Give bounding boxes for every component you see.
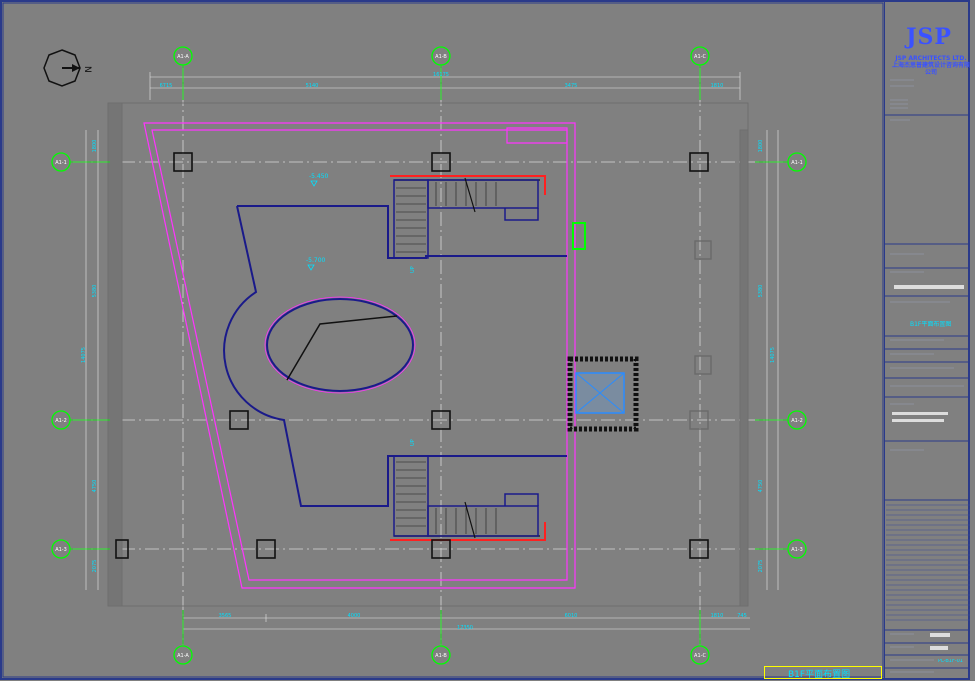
level-marker-2: -5.700 — [306, 257, 326, 271]
grid-bubble-top-1: A1-B — [431, 46, 451, 66]
title-block-lines — [884, 79, 970, 673]
grid-bubble-top-1-label: A1-B — [435, 54, 447, 60]
north-arrow-icon: N — [43, 49, 92, 87]
dim-bottom-seg-2: 6010 — [565, 613, 578, 619]
grid-bubble-bottom-2: A1-C — [690, 645, 710, 665]
dim-bottom-seg-0: 3565 — [219, 613, 232, 619]
grid-bubble-left-0-label: A1-1 — [55, 160, 67, 166]
dim-bottom-seg-1: 4000 — [348, 613, 361, 619]
atrium-void — [223, 205, 567, 507]
grid-lines — [73, 68, 785, 645]
dim-left-total: 14075 — [81, 347, 87, 363]
dim-top-total: 16175 — [433, 72, 449, 78]
level-text-1: -5.450 — [309, 173, 329, 180]
grid-bubble-left-2-label: A1-3 — [55, 547, 67, 553]
drawing-caption: B1F平面布置图 — [788, 670, 851, 680]
dim-right-seg-3: 2075 — [758, 560, 764, 573]
grid-bubble-bottom-2-label: A1-C — [694, 653, 706, 659]
stair-lower — [390, 455, 546, 541]
grid-bubble-right-2-label: A1-3 — [791, 547, 803, 553]
dim-bottom-seg-4: 745 — [737, 613, 747, 619]
dim-top-seg-1: 5140 — [306, 83, 319, 89]
columns-faded — [689, 240, 712, 430]
level-marker-1: -5.450 — [309, 173, 329, 187]
level-text-2: -5.700 — [306, 257, 326, 264]
dim-left-seg-3: 2075 — [92, 560, 98, 573]
grid-bubble-bottom-0: A1-A — [173, 645, 193, 665]
dim-right-seg-1: 5380 — [758, 285, 764, 298]
drawing-frame — [2, 2, 884, 678]
grid-bubble-top-2-label: A1-C — [694, 54, 706, 60]
dim-top-seg-0: 6715 — [160, 83, 173, 89]
grid-bubble-top-0-label: A1-A — [177, 54, 189, 60]
dim-bottom-total: 17350 — [457, 625, 473, 631]
dim-left-seg-0: 1800 — [92, 140, 98, 153]
north-label: N — [82, 66, 92, 73]
grid-bubble-left-0: A1-1 — [51, 152, 71, 172]
grid-bubble-bottom-1: A1-B — [431, 645, 451, 665]
dim-right-seg-0: 1800 — [758, 140, 764, 153]
grid-bubble-right-1: A1-2 — [787, 410, 807, 430]
elevator-shaft — [567, 356, 639, 432]
stair-label-1: UP — [410, 266, 416, 273]
grid-bubble-right-0-label: A1-1 — [791, 160, 803, 166]
grid-bubble-right-2: A1-3 — [787, 539, 807, 559]
grid-bubble-left-1: A1-2 — [51, 410, 71, 430]
grid-bubble-left-1-label: A1-2 — [55, 418, 67, 424]
dim-right-seg-2: 4750 — [758, 480, 764, 493]
dim-top-seg-2: 3475 — [565, 83, 578, 89]
grid-bubble-top-0: A1-A — [173, 46, 193, 66]
dim-bottom-seg-3: 1810 — [711, 613, 724, 619]
grid-bubble-right-1-label: A1-2 — [791, 418, 803, 424]
stair-upper — [390, 175, 546, 259]
grid-bubble-top-2: A1-C — [690, 46, 710, 66]
dim-right-total: 14075 — [770, 347, 776, 363]
grid-bubble-left-2: A1-3 — [51, 539, 71, 559]
dim-left-seg-1: 5380 — [92, 285, 98, 298]
grid-bubble-bottom-0-label: A1-A — [177, 653, 189, 659]
atrium-break-line — [286, 315, 398, 381]
stair-label-2: UP — [410, 439, 416, 446]
building-outline — [143, 122, 576, 589]
grid-bubble-bottom-1-label: A1-B — [435, 653, 447, 659]
dim-top-seg-3: 1810 — [711, 83, 724, 89]
floor-plan-drawing: N A1-AA1-AA1-BA1-BA1-CA1-CA1-1 A1-1A1-2 … — [0, 0, 970, 680]
dim-left-seg-2: 4750 — [92, 480, 98, 493]
grid-bubble-right-0: A1-1 — [787, 152, 807, 172]
